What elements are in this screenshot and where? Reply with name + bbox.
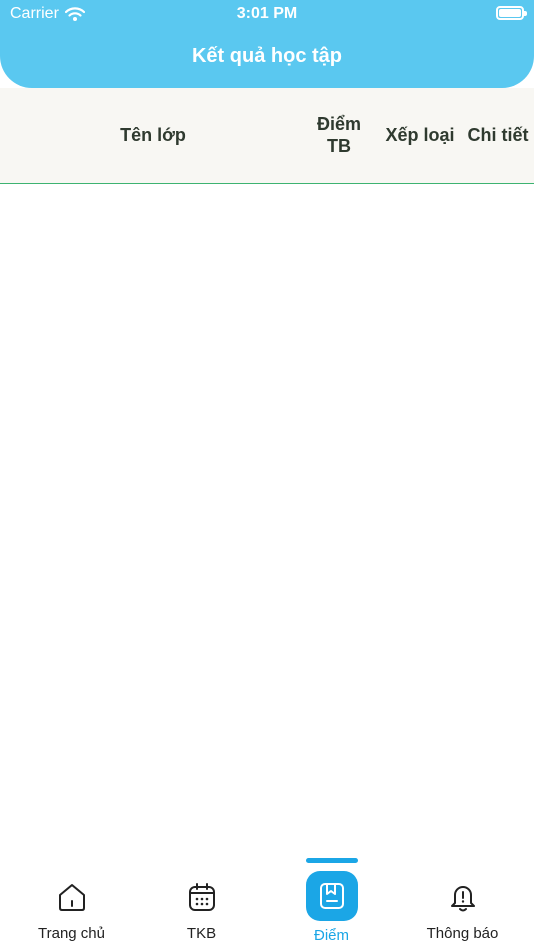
tab-label: TKB bbox=[186, 925, 217, 942]
gradebook-icon bbox=[305, 871, 358, 921]
active-tab-indicator bbox=[305, 858, 358, 863]
status-time: 3:01 PM bbox=[236, 5, 298, 22]
tab-timetable[interactable]: TKB bbox=[135, 855, 268, 950]
table-header: Tên lớp Điểm TB Xếp loại Chi tiết bbox=[0, 88, 534, 184]
bottom-tab-bar: Trang chủ TKB Điểm Thông báo bbox=[0, 855, 534, 950]
bell-icon bbox=[445, 879, 481, 915]
tab-label: Điểm bbox=[313, 927, 349, 944]
page-title: Kết quả học tập bbox=[191, 45, 342, 67]
calendar-icon bbox=[184, 879, 220, 915]
home-icon bbox=[54, 879, 90, 915]
status-bar: Carrier 3:01 PM bbox=[0, 0, 534, 28]
tab-grades[interactable]: Điểm bbox=[265, 855, 398, 950]
tab-notifications[interactable]: Thông báo bbox=[396, 855, 529, 950]
column-header-details: Chi tiết bbox=[467, 124, 529, 145]
app-header: Carrier 3:01 PM Kết quả học tập bbox=[0, 0, 534, 88]
column-header-average-score: Điểm TB bbox=[316, 114, 361, 156]
column-header-ranking: Xếp loại bbox=[385, 124, 455, 145]
battery-icon bbox=[496, 6, 527, 20]
tab-label: Thông báo bbox=[426, 925, 499, 942]
tab-home[interactable]: Trang chủ bbox=[5, 855, 138, 950]
column-header-class-name: Tên lớp bbox=[120, 124, 186, 145]
tab-label: Trang chủ bbox=[38, 925, 105, 942]
